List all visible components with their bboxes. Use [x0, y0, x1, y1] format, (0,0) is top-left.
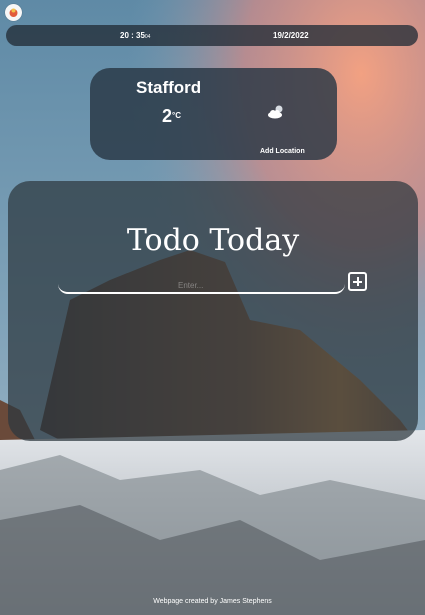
weather-city: Stafford [136, 78, 202, 97]
weather-card: Stafford 2°C Add Location [90, 68, 337, 160]
todo-title: Todo Today [126, 223, 300, 258]
todo-card: Todo Today [8, 181, 418, 441]
add-location-link[interactable]: Add Location [260, 148, 305, 155]
todo-input[interactable] [58, 278, 345, 294]
clock-seconds: 04 [144, 34, 151, 40]
temperature-value: 2 [162, 106, 173, 126]
footer-credit: Webpage created by James Stephens [153, 598, 272, 605]
cloud-moon-icon [266, 104, 286, 120]
temperature-unit: °C [172, 111, 181, 120]
add-todo-button[interactable] [348, 272, 367, 291]
app-logo-icon [5, 4, 22, 21]
clock-time: 20 : 35 [120, 31, 145, 40]
clock: 20 : 3504 [120, 31, 150, 40]
date-display: 19/2/2022 [273, 31, 309, 40]
top-status-bar: 20 : 3504 19/2/2022 [6, 25, 418, 46]
weather-temperature: 2°C [162, 106, 181, 127]
